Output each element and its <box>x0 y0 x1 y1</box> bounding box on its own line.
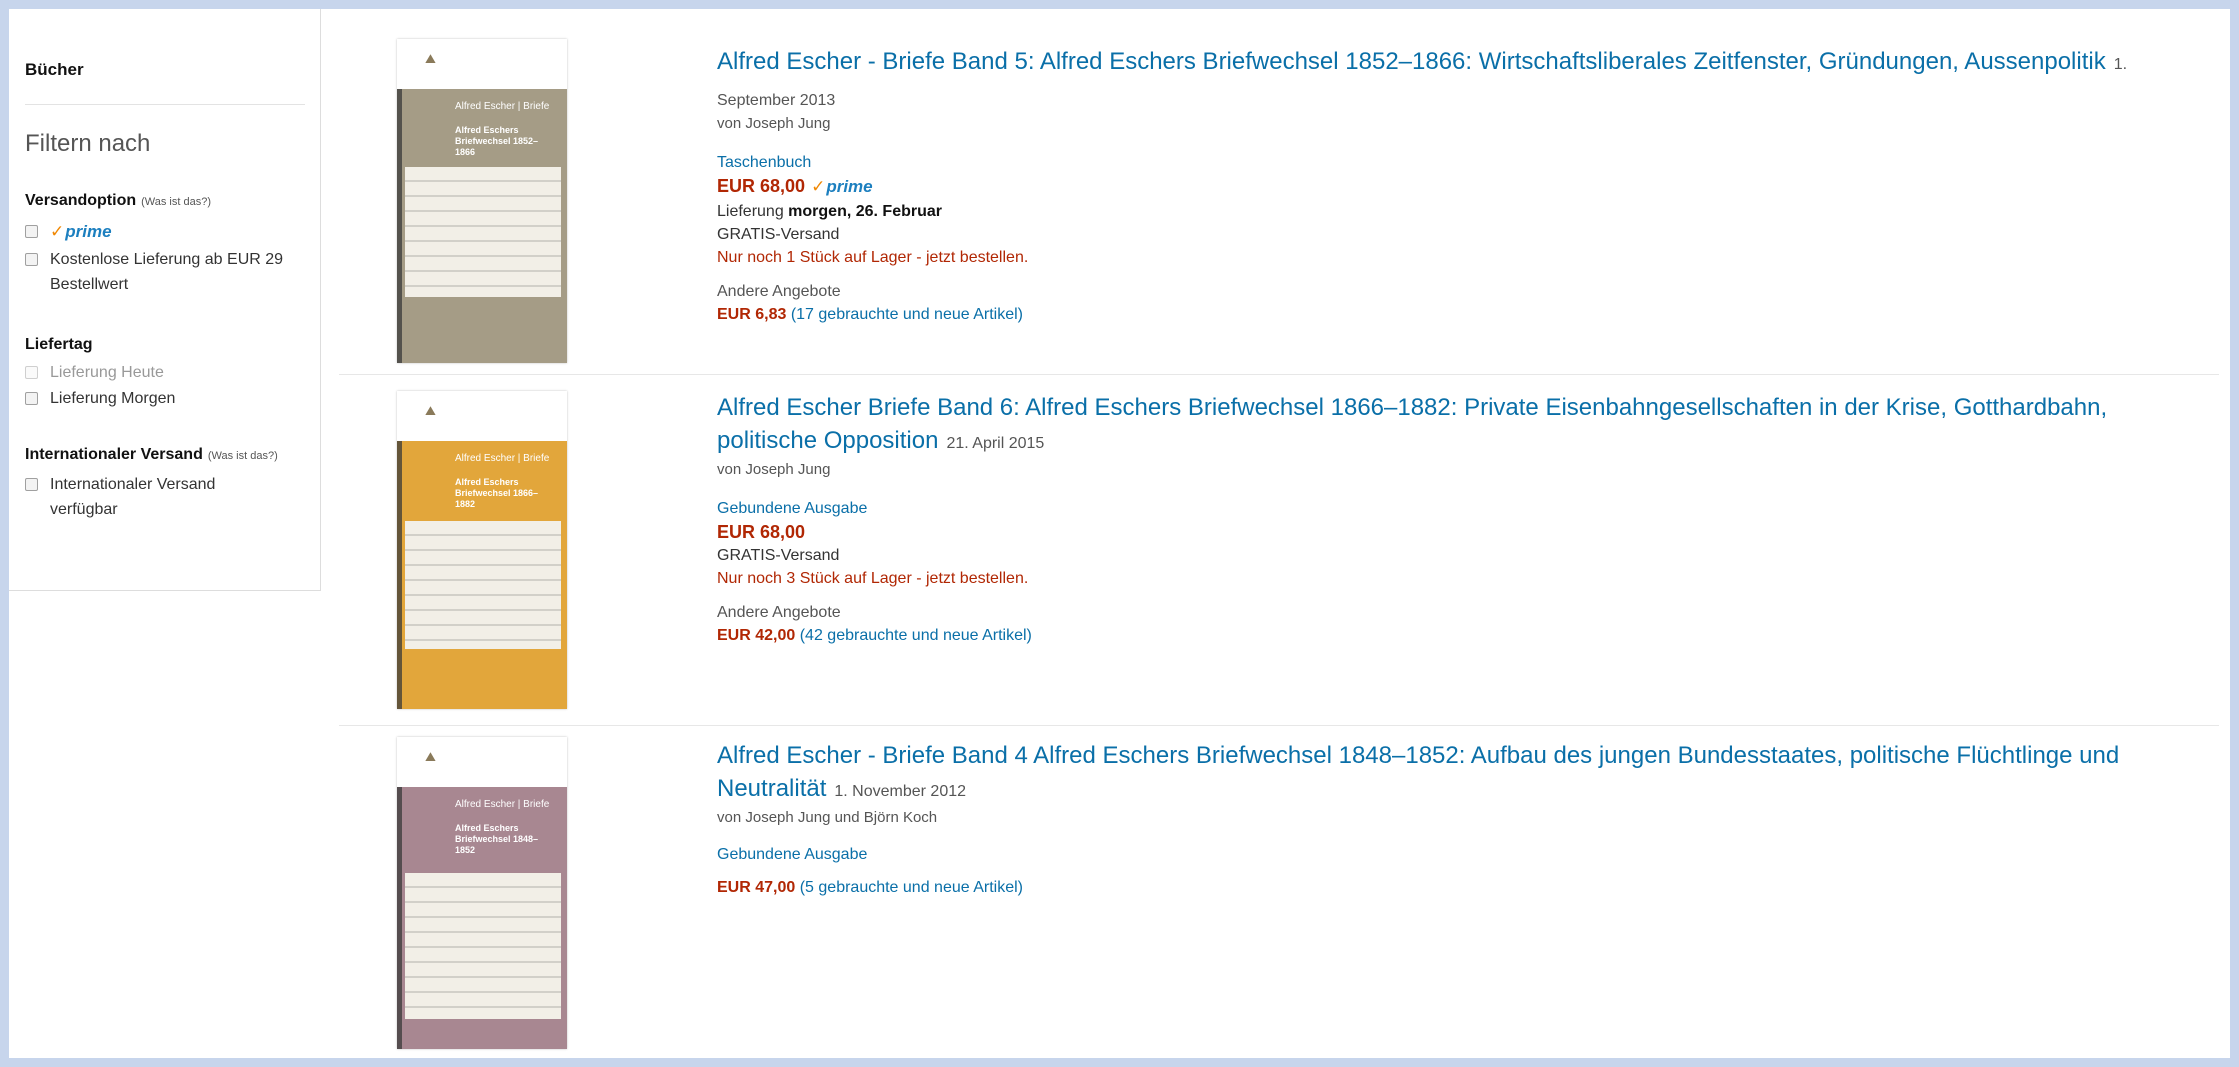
result-title-link[interactable]: Alfred Escher Briefe Band 6: Alfred Esch… <box>717 391 2177 460</box>
other-offers-count[interactable]: (42 gebrauchte und neue Artikel) <box>800 627 1032 644</box>
sidebar-cutoff-text: ~ ~ ~ ~ ~ <box>25 9 115 17</box>
other-offers-heading: Andere Angebote <box>717 283 841 300</box>
cover-handwriting <box>405 521 561 649</box>
filter-heading: Filtern nach <box>25 130 151 157</box>
result-author: von Joseph Jung und Björn Koch <box>717 809 938 826</box>
other-offers-count[interactable]: (17 gebrauchte und neue Artikel) <box>791 306 1023 323</box>
other-offers-link[interactable]: EUR 47,00 (5 gebrauchte und neue Artikel… <box>717 879 1023 897</box>
cover-title: Alfred Eschers Briefwechsel 1866–1882 <box>455 477 539 509</box>
result-date: 21. April 2015 <box>946 435 1045 452</box>
search-result: ⛰ Alfred Escher | Briefe Alfred Eschers … <box>339 35 2219 375</box>
category-link-books[interactable]: Bücher <box>25 60 84 80</box>
international-heading-text: Internationaler Versand <box>25 446 203 463</box>
book-cover-image[interactable]: ⛰ Alfred Escher | Briefe Alfred Eschers … <box>397 391 567 709</box>
other-offers-price[interactable]: EUR 47,00 <box>717 879 795 896</box>
filter-sidebar: ~ ~ ~ ~ ~ Bücher Filtern nach Versandopt… <box>9 9 321 591</box>
cover-author: Alfred Escher | Briefe <box>455 101 550 112</box>
prime-check-icon: ✓ <box>811 177 826 196</box>
free-delivery-label: Kostenlose Lieferung ab EUR 29 Bestellwe… <box>50 251 284 293</box>
result-price[interactable]: EUR 68,00 ✓prime <box>717 176 873 197</box>
cover-handwriting <box>405 873 561 1019</box>
stock-info: Nur noch 1 Stück auf Lager - jetzt beste… <box>717 249 1029 266</box>
result-title[interactable]: Alfred Escher Briefe Band 6: Alfred Esch… <box>717 394 2107 454</box>
shipping-info: GRATIS-Versand <box>717 226 840 243</box>
page: ~ ~ ~ ~ ~ Bücher Filtern nach Versandopt… <box>9 9 2230 1058</box>
cover-author: Alfred Escher | Briefe <box>455 799 550 810</box>
result-author: von Joseph Jung <box>717 461 831 478</box>
stock-info: Nur noch 3 Stück auf Lager - jetzt beste… <box>717 570 1029 587</box>
result-date: 1. November 2012 <box>834 783 967 800</box>
delivery-tomorrow-label: Lieferung Morgen <box>50 390 176 407</box>
result-divider <box>339 725 2219 726</box>
result-title[interactable]: Alfred Escher - Briefe Band 5: Alfred Es… <box>717 48 2106 75</box>
result-format-link[interactable]: Gebundene Ausgabe <box>717 500 867 518</box>
shipping-whats-this-link[interactable]: (Was ist das?) <box>141 196 211 208</box>
search-result: ⛰ Alfred Escher | Briefe Alfred Eschers … <box>339 379 2219 719</box>
shipping-option-heading: Versandoption (Was ist das?) <box>25 192 211 210</box>
other-offers-link[interactable]: EUR 42,00 (42 gebrauchte und neue Artike… <box>717 627 1032 645</box>
search-result: ⛰ Alfred Escher | Briefe Alfred Eschers … <box>339 729 2219 1058</box>
cover-logo-icon: ⛰ <box>425 403 436 418</box>
shipping-info: GRATIS-Versand <box>717 547 840 564</box>
delivery-tomorrow-checkbox[interactable] <box>25 392 38 405</box>
international-whats-this-link[interactable]: (Was ist das?) <box>208 450 278 462</box>
other-offers-price[interactable]: EUR 6,83 <box>717 306 786 323</box>
result-title-link[interactable]: Alfred Escher - Briefe Band 5: Alfred Es… <box>717 45 2177 117</box>
filter-free-delivery[interactable]: Kostenlose Lieferung ab EUR 29 Bestellwe… <box>25 247 285 297</box>
other-offers-link[interactable]: EUR 6,83 (17 gebrauchte und neue Artikel… <box>717 306 1023 324</box>
other-offers-count[interactable]: (5 gebrauchte und neue Artikel) <box>800 879 1023 896</box>
prime-check-icon: ✓ <box>50 222 65 241</box>
result-title-link[interactable]: Alfred Escher - Briefe Band 4 Alfred Esc… <box>717 739 2177 808</box>
free-delivery-checkbox[interactable] <box>25 253 38 266</box>
delivery-info: Lieferung morgen, 26. Februar <box>717 203 942 220</box>
international-label: Internationaler Versand verfügbar <box>50 476 216 518</box>
result-price[interactable]: EUR 68,00 <box>717 522 805 543</box>
cover-title: Alfred Eschers Briefwechsel 1848–1852 <box>455 823 539 855</box>
prime-logo: ✓prime <box>811 177 873 196</box>
result-divider <box>339 374 2219 375</box>
international-checkbox[interactable] <box>25 478 38 491</box>
book-cover-image[interactable]: ⛰ Alfred Escher | Briefe Alfred Eschers … <box>397 39 567 363</box>
delivery-today-label: Lieferung Heute <box>50 364 164 381</box>
cover-author: Alfred Escher | Briefe <box>455 453 550 464</box>
cover-logo-icon: ⛰ <box>425 749 436 764</box>
other-offers-heading: Andere Angebote <box>717 604 841 621</box>
cover-title: Alfred Eschers Briefwechsel 1852–1866 <box>455 125 539 157</box>
cover-logo-icon: ⛰ <box>425 51 436 66</box>
sidebar-divider <box>25 104 305 105</box>
prime-checkbox[interactable] <box>25 225 38 238</box>
book-cover-image[interactable]: ⛰ Alfred Escher | Briefe Alfred Eschers … <box>397 737 567 1049</box>
shipping-option-heading-text: Versandoption <box>25 192 137 209</box>
filter-delivery-tomorrow[interactable]: Lieferung Morgen <box>25 386 175 411</box>
filter-international[interactable]: Internationaler Versand verfügbar <box>25 472 275 522</box>
delivery-day-heading: Liefertag <box>25 336 93 353</box>
other-offers-price[interactable]: EUR 42,00 <box>717 627 795 644</box>
result-author: von Joseph Jung <box>717 115 831 132</box>
delivery-today-checkbox <box>25 366 38 379</box>
prime-logo: ✓prime <box>50 222 112 241</box>
result-price-value[interactable]: EUR 68,00 <box>717 176 805 196</box>
result-format-link[interactable]: Taschenbuch <box>717 154 811 172</box>
cover-handwriting <box>405 167 561 297</box>
result-format-link[interactable]: Gebundene Ausgabe <box>717 846 867 864</box>
international-shipping-heading: Internationaler Versand (Was ist das?) <box>25 446 278 464</box>
filter-prime[interactable]: ✓prime <box>25 219 112 244</box>
filter-delivery-today: Lieferung Heute <box>25 360 164 385</box>
